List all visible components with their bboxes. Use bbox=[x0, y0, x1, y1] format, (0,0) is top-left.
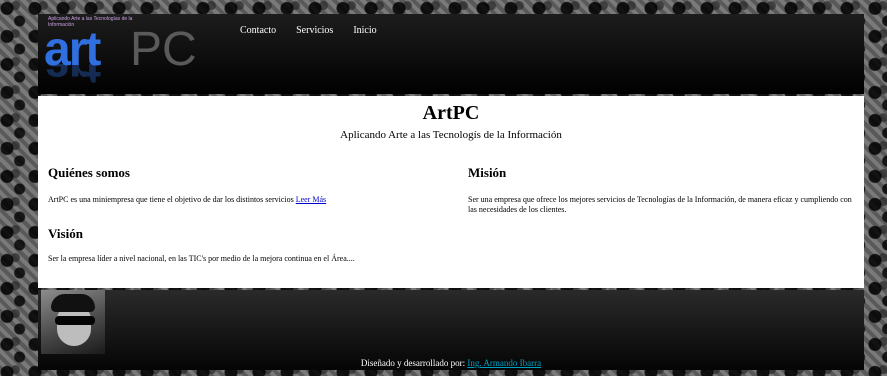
avatar-hair bbox=[51, 294, 95, 312]
quienes-heading: Quiénes somos bbox=[48, 165, 130, 180]
quienes-text-block: ArtPC es una miniempresa que tiene el ob… bbox=[48, 195, 448, 205]
site-footer: Diseñado y desarrollado por: Ing. Armand… bbox=[38, 290, 864, 370]
vision-heading: Visión bbox=[48, 226, 83, 241]
page-subtitle: Aplicando Arte a las Tecnologís de la In… bbox=[340, 129, 562, 141]
logo-reflection: art bbox=[44, 64, 194, 94]
mision-heading: Misión bbox=[468, 165, 507, 180]
avatar-face bbox=[57, 306, 91, 346]
vision-text: Ser la empresa líder a nivel nacional, e… bbox=[48, 254, 355, 263]
site-header: Aplicando Arte a las Tecnologías de la I… bbox=[38, 14, 864, 94]
footer-credit: Diseñado y desarrollado por: Ing. Armand… bbox=[38, 358, 864, 368]
nav-contacto[interactable]: Contacto bbox=[240, 25, 276, 36]
logo-reflection-text: art bbox=[44, 64, 100, 93]
main-nav: Contacto Servicios Inicio bbox=[240, 25, 377, 36]
site-frame: Aplicando Arte a las Tecnologías de la I… bbox=[38, 14, 864, 370]
author-link[interactable]: Ing. Armando Ibarra bbox=[467, 358, 541, 368]
avatar-glasses bbox=[55, 316, 95, 325]
section-vision: Visión Ser la empresa líder a nivel naci… bbox=[48, 226, 548, 264]
main-content: ArtPC Aplicando Arte a las Tecnologís de… bbox=[38, 96, 864, 288]
site-logo[interactable]: art PC art bbox=[44, 24, 197, 94]
page-title: ArtPC bbox=[422, 102, 480, 124]
section-quienes: Quiénes somos ArtPC es una miniempresa q… bbox=[48, 165, 448, 205]
credit-label: Diseñado y desarrollado por: bbox=[360, 358, 466, 368]
nav-servicios[interactable]: Servicios bbox=[296, 25, 333, 36]
nav-inicio[interactable]: Inicio bbox=[353, 25, 376, 36]
quienes-text: ArtPC es una miniempresa que tiene el ob… bbox=[48, 195, 294, 204]
section-mision: Misión Ser una empresa que ofrece los me… bbox=[468, 165, 858, 215]
mision-text: Ser una empresa que ofrece los mejores s… bbox=[468, 195, 852, 214]
leer-mas-link[interactable]: Leer Más bbox=[296, 195, 326, 204]
author-avatar bbox=[41, 290, 105, 354]
